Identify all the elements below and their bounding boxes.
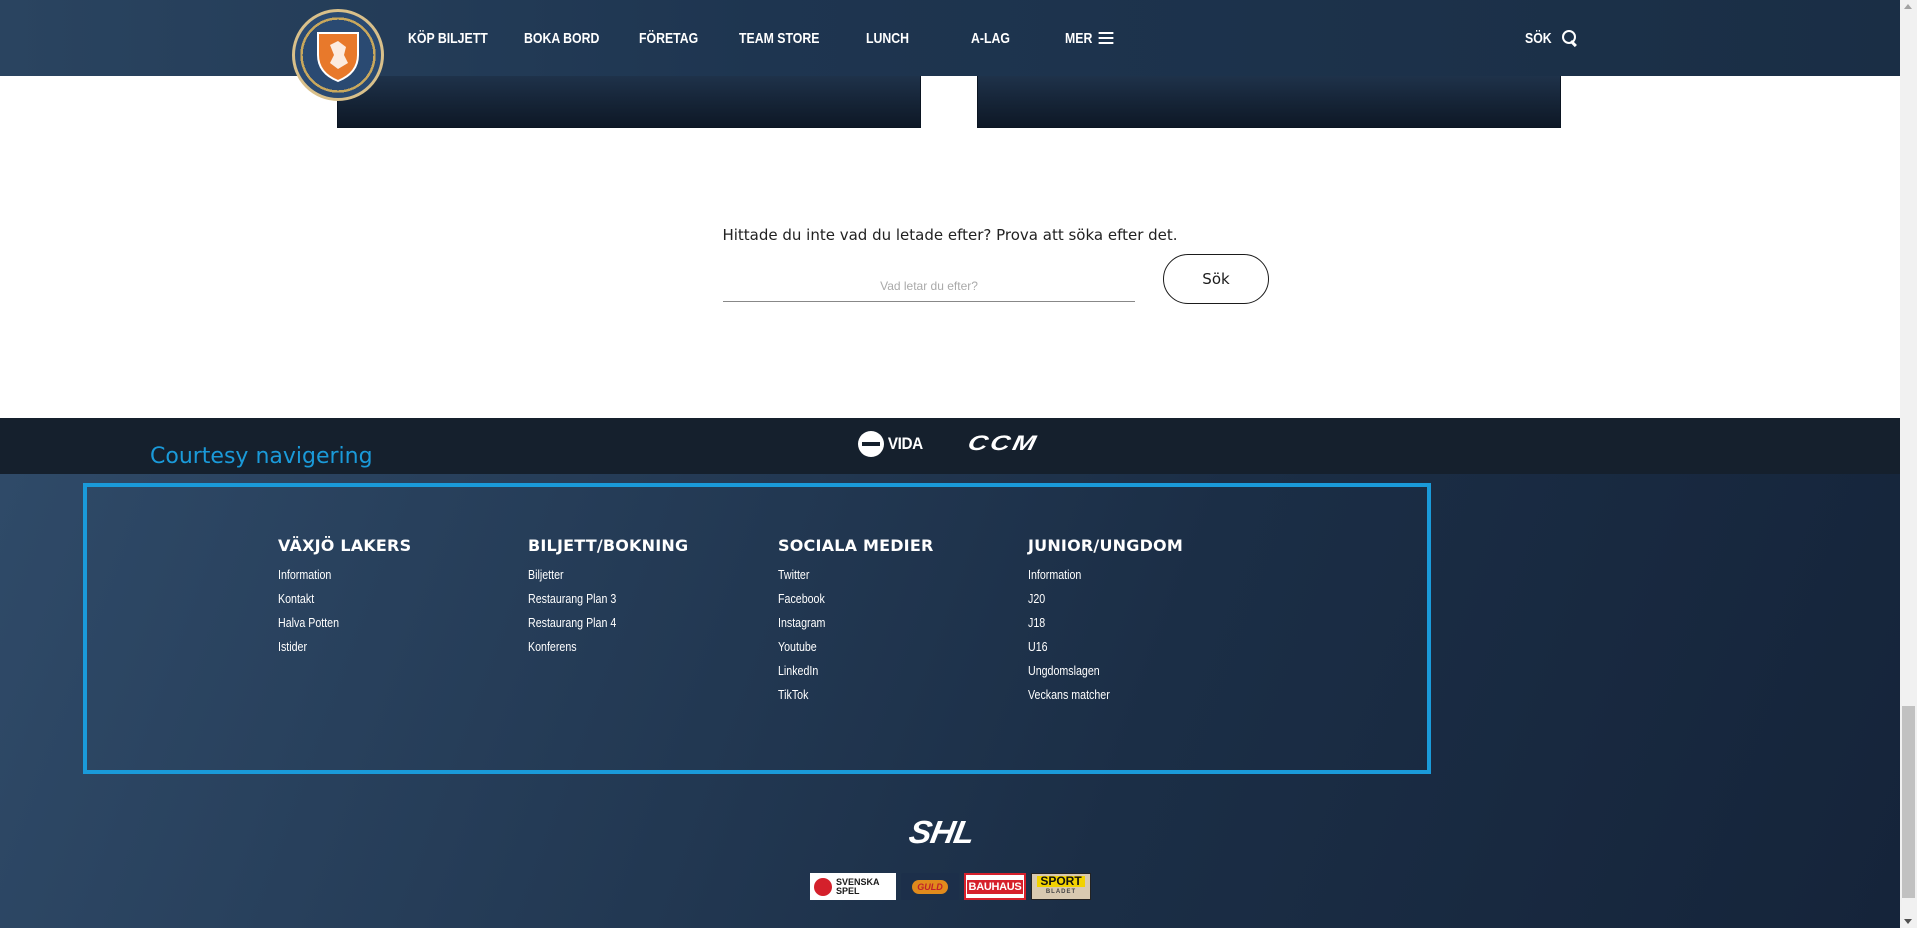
- page: KÖP BILJETT BOKA BORD FÖRETAG TEAM STORE…: [0, 0, 1900, 928]
- nav-more-button[interactable]: MER: [1065, 30, 1114, 47]
- partner-bauhaus-logo[interactable]: BAUHAUS: [964, 873, 1026, 900]
- shl-logo[interactable]: SHL: [906, 814, 976, 851]
- footer-link-facebook[interactable]: Facebook: [778, 589, 906, 613]
- footer-link-istider[interactable]: Istider: [278, 637, 387, 661]
- nav-company[interactable]: FÖRETAG: [639, 30, 698, 47]
- footer-link-restaurang-plan-3[interactable]: Restaurang Plan 3: [528, 589, 659, 613]
- nav-team-store[interactable]: TEAM STORE: [739, 30, 819, 47]
- footer-column-title: JUNIOR/UNGDOM: [1028, 536, 1183, 555]
- vida-mark-icon: [858, 431, 884, 457]
- footer-link-restaurang-plan-4[interactable]: Restaurang Plan 4: [528, 613, 659, 637]
- partner-svenska-spel-line2: SPEL: [836, 885, 860, 896]
- partner-sport-text: SPORT: [1037, 875, 1085, 887]
- header-search-label: SÖK: [1525, 29, 1552, 47]
- footer-link-j20[interactable]: J20: [1028, 589, 1155, 613]
- nav-lunch[interactable]: LUNCH: [866, 30, 909, 47]
- nav-a-team[interactable]: A-LAG: [971, 30, 1010, 47]
- footer-link-j18[interactable]: J18: [1028, 613, 1155, 637]
- partner-logos: SVENSKA SPEL GULD BAUHAUS SPORT BLADET: [810, 873, 1091, 900]
- footer-column-sociala-medier: SOCIALA MEDIER Twitter Facebook Instagra…: [778, 536, 934, 709]
- partner-bauhaus-text: BAUHAUS: [966, 879, 1024, 894]
- footer-link-information[interactable]: Information: [278, 565, 387, 589]
- site-header: KÖP BILJETT BOKA BORD FÖRETAG TEAM STORE…: [0, 0, 1900, 76]
- footer-link-ungdomslagen[interactable]: Ungdomslagen: [1028, 661, 1155, 685]
- footer-link-youtube[interactable]: Youtube: [778, 637, 906, 661]
- footer-link-biljetter[interactable]: Biljetter: [528, 565, 659, 589]
- footer-link-twitter[interactable]: Twitter: [778, 565, 906, 589]
- footer-column-title: BILJETT/BOKNING: [528, 536, 689, 555]
- search-input[interactable]: [723, 270, 1135, 302]
- footer-link-instagram[interactable]: Instagram: [778, 613, 906, 637]
- footer-link-halva-potten[interactable]: Halva Potten: [278, 613, 387, 637]
- sponsor-vida-logo[interactable]: VIDA: [858, 431, 925, 457]
- partner-svenska-spel-logo[interactable]: SVENSKA SPEL: [810, 873, 896, 900]
- search-prompt-text: Hittade du inte vad du letade efter? Pro…: [722, 226, 1178, 244]
- footer-column-vaxjo-lakers: VÄXJÖ LAKERS Information Kontakt Halva P…: [278, 536, 411, 661]
- footer-link-veckans-matcher[interactable]: Veckans matcher: [1028, 685, 1155, 709]
- footer-link-konferens[interactable]: Konferens: [528, 637, 659, 661]
- page-scrollbar[interactable]: [1900, 0, 1917, 928]
- club-logo[interactable]: [292, 9, 384, 101]
- nav-buy-ticket[interactable]: KÖP BILJETT: [408, 30, 488, 47]
- partner-sportbladet-logo[interactable]: SPORT BLADET: [1031, 873, 1091, 900]
- search-submit-button[interactable]: Sök: [1163, 254, 1269, 304]
- scroll-up-arrow-icon[interactable]: [1904, 4, 1912, 9]
- footer-column-title: SOCIALA MEDIER: [778, 536, 934, 555]
- sponsor-ccm-logo[interactable]: CCM: [965, 432, 1041, 456]
- footer-link-u16[interactable]: U16: [1028, 637, 1155, 661]
- svenska-spel-mark-icon: [814, 877, 832, 896]
- footer-column-title: VÄXJÖ LAKERS: [278, 536, 412, 555]
- menu-icon: [1098, 31, 1114, 45]
- nav-book-table[interactable]: BOKA BORD: [524, 30, 599, 47]
- partner-guld-logo[interactable]: GULD: [901, 873, 959, 900]
- partner-guld-text: GULD: [912, 879, 948, 894]
- search-icon: [1561, 30, 1578, 46]
- scroll-down-arrow-icon[interactable]: [1904, 919, 1912, 924]
- footer-column-junior-ungdom: JUNIOR/UNGDOM Information J20 J18 U16 Un…: [1028, 536, 1183, 709]
- partner-sport-sub-text: BLADET: [1045, 888, 1077, 895]
- nav-more-label: MER: [1065, 29, 1093, 47]
- courtesy-nav-label: Courtesy navigering: [150, 444, 373, 469]
- footer-link-kontakt[interactable]: Kontakt: [278, 589, 387, 613]
- header-search-button[interactable]: SÖK: [1525, 0, 1578, 76]
- footer-link-junior-information[interactable]: Information: [1028, 565, 1155, 589]
- partner-svenska-spel-text: SVENSKA SPEL: [836, 877, 880, 896]
- footer-link-linkedin[interactable]: LinkedIn: [778, 661, 906, 685]
- footer-link-tiktok[interactable]: TikTok: [778, 685, 906, 709]
- footer-column-biljett-bokning: BILJETT/BOKNING Biljetter Restaurang Pla…: [528, 536, 688, 661]
- sponsor-vida-text: VIDA: [887, 434, 923, 453]
- vaxjo-lakers-crest-icon: [317, 32, 359, 83]
- scrollbar-thumb[interactable]: [1902, 706, 1915, 898]
